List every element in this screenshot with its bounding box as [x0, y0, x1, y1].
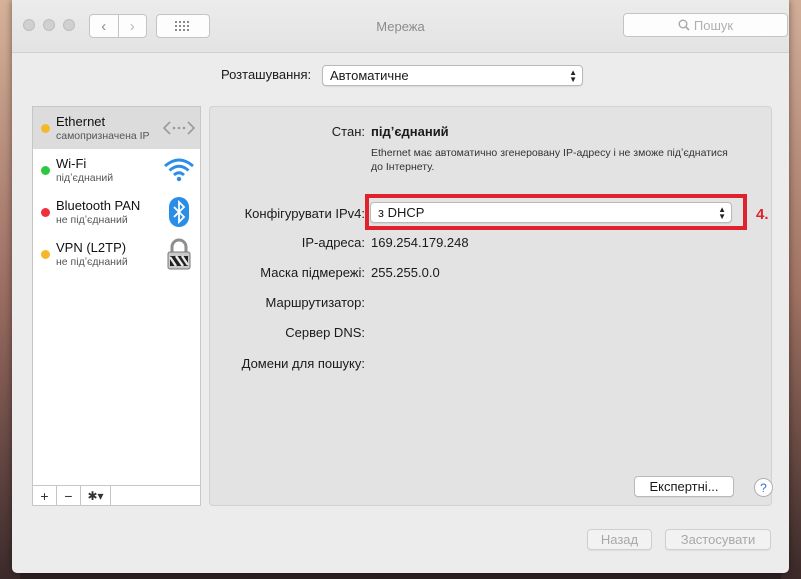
location-value: Автоматичне	[330, 68, 409, 83]
search-domains-label: Домени для пошуку:	[241, 356, 365, 371]
service-status: не підʼєднаний	[56, 256, 128, 268]
network-preferences-window: ‹ › Мережа Пошук Розташування: Автоматич…	[12, 0, 789, 573]
search-icon	[678, 19, 690, 31]
annotation-step-number: 4.	[756, 206, 769, 223]
advanced-button[interactable]: Експертні...	[634, 476, 734, 497]
wifi-icon	[161, 153, 197, 187]
search-placeholder: Пошук	[693, 17, 734, 33]
status-dot	[41, 166, 50, 175]
location-select[interactable]: Автоматичне ▲ ▼	[322, 65, 583, 86]
service-item-wifi[interactable]: Wi-Fi підʼєднаний	[33, 149, 200, 191]
status-label: Стан:	[331, 124, 365, 139]
ip-address-value: 169.254.179.248	[371, 235, 469, 250]
status-dot	[41, 250, 50, 259]
add-service-button[interactable]: +	[33, 486, 57, 505]
sidebar-toolbar: + − ✱▾	[33, 485, 200, 505]
ip-address-label: IP-адреса:	[301, 235, 365, 250]
service-name: Wi-Fi	[56, 156, 87, 171]
title-bar: ‹ › Мережа Пошук	[12, 0, 789, 53]
help-button[interactable]: ?	[754, 478, 773, 497]
status-dot	[41, 124, 50, 133]
status-value: підʼєднаний	[371, 124, 449, 139]
status-dot	[41, 208, 50, 217]
remove-service-button[interactable]: −	[57, 486, 81, 505]
gear-menu-button[interactable]: ✱▾	[81, 486, 111, 505]
apply-button[interactable]: Застосувати	[665, 529, 771, 550]
chevron-updown-icon: ▲ ▼	[569, 67, 577, 84]
service-name: VPN (L2TP)	[56, 240, 127, 255]
status-note: Ethernet має автоматично згенеровану IP-…	[371, 147, 728, 173]
annotation-highlight-box	[365, 194, 747, 230]
router-label: Маршрутизатор:	[265, 295, 365, 310]
dns-server-label: Сервер DNS:	[285, 325, 365, 340]
service-status: самопризначена IP	[56, 130, 150, 142]
subnet-mask-label: Маска підмережі:	[260, 265, 365, 280]
service-status: не підʼєднаний	[56, 214, 128, 226]
search-field[interactable]: Пошук	[623, 13, 788, 37]
subnet-mask-value: 255.255.0.0	[371, 265, 440, 280]
location-label: Розташування:	[221, 67, 312, 82]
ipv4-config-label: Конфігурувати IPv4:	[244, 206, 365, 221]
service-name: Ethernet	[56, 114, 106, 129]
revert-button[interactable]: Назад	[587, 529, 652, 550]
service-status: підʼєднаний	[56, 172, 114, 184]
service-name: Bluetooth PAN	[56, 198, 141, 213]
